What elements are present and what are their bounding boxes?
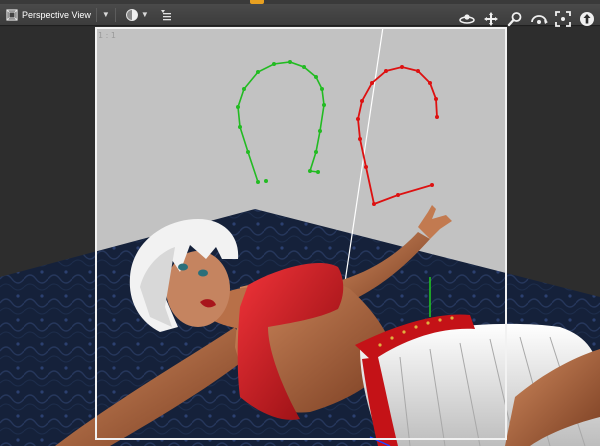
scene-render xyxy=(0,27,600,446)
perspective-view-icon xyxy=(4,7,20,23)
3d-viewport[interactable]: 1 : 1 xyxy=(0,27,600,446)
chevron-down-icon[interactable]: ▼ xyxy=(102,10,110,19)
figure-eye xyxy=(178,263,188,271)
view-menu-icon[interactable] xyxy=(159,8,173,22)
frame-ratio-label: 1 : 1 xyxy=(98,31,116,40)
pan-icon[interactable] xyxy=(482,10,500,28)
chevron-down-icon[interactable]: ▼ xyxy=(141,10,149,19)
viewport-toolbar: Perspective View ▼ ▼ xyxy=(0,4,600,28)
toolbar-divider xyxy=(95,7,97,22)
view-title: Perspective View xyxy=(22,9,91,20)
view-selector[interactable]: Perspective View xyxy=(0,4,91,26)
orbit-icon[interactable] xyxy=(458,10,476,28)
frame-icon[interactable] xyxy=(554,10,572,28)
zoom-icon[interactable] xyxy=(506,10,524,28)
toolbar-divider xyxy=(114,7,116,22)
aux-view-icon[interactable] xyxy=(578,10,596,28)
figure-eye xyxy=(198,269,208,277)
bank-icon[interactable] xyxy=(530,10,548,28)
sphere-shading-icon[interactable] xyxy=(125,8,139,22)
